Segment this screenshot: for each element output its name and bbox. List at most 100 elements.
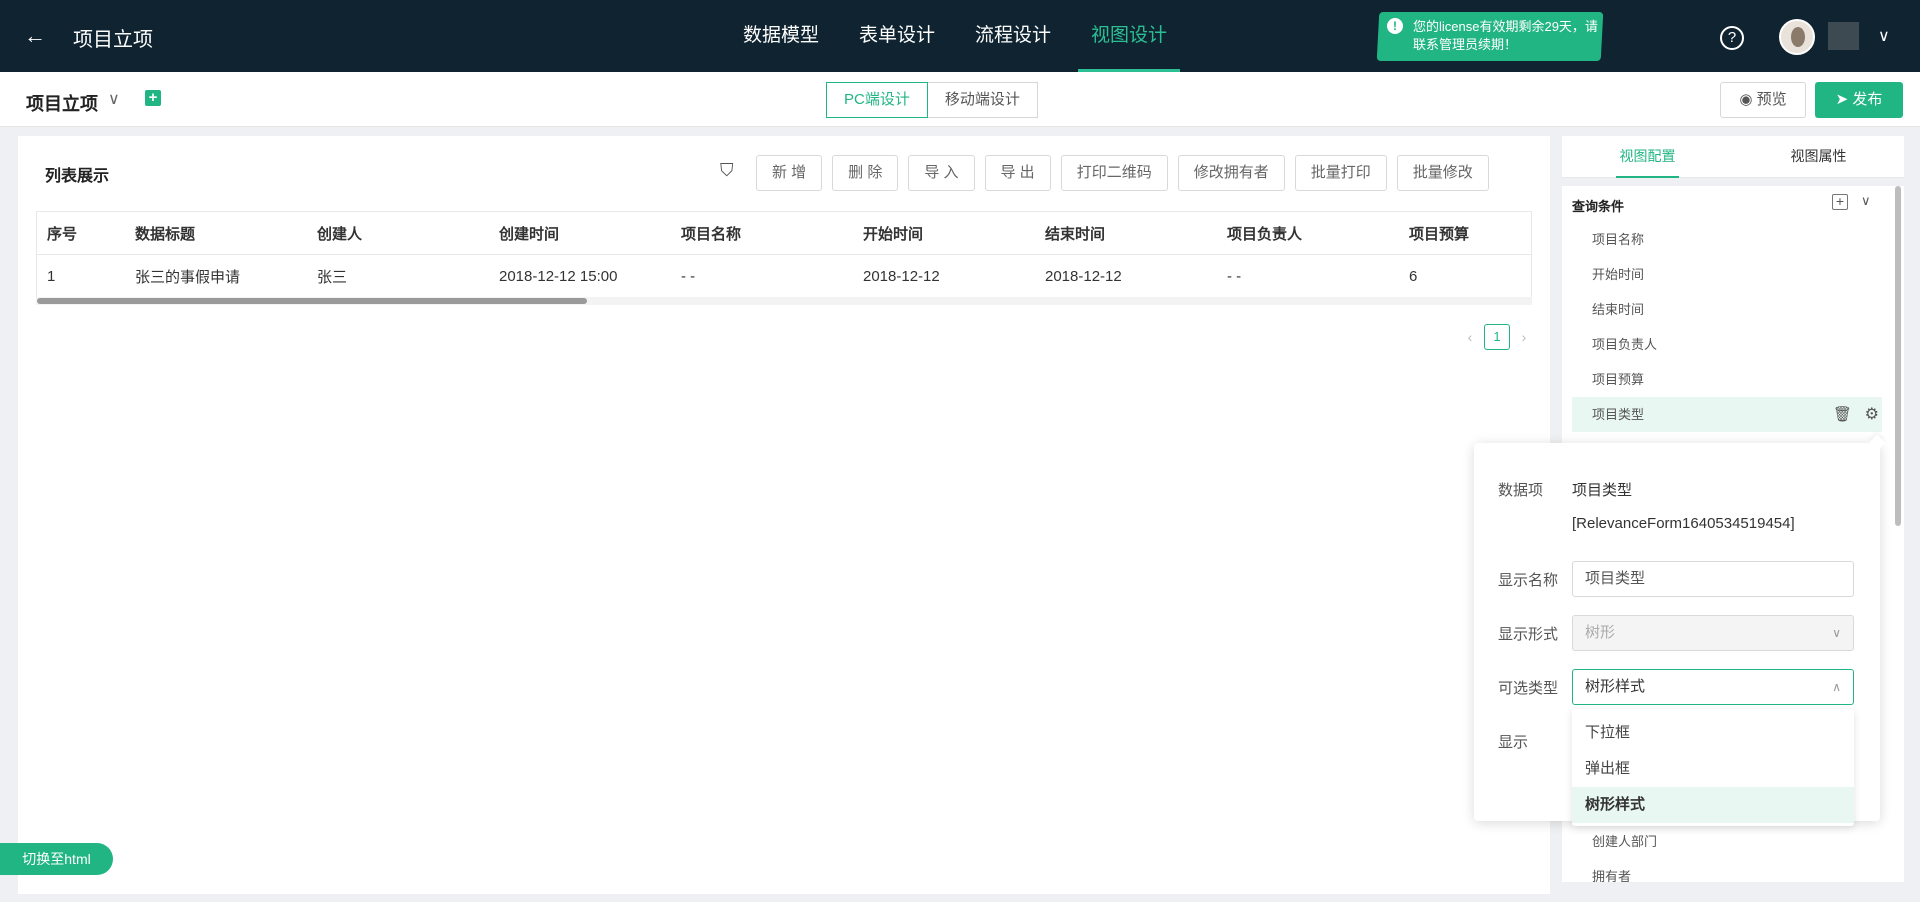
form-toolbar: 项目立项 ∨ + PC端设计 移动端设计 ◉ 预览 ➤ 发布 — [0, 72, 1920, 127]
delete-button[interactable]: 删 除 — [832, 155, 899, 191]
list-item[interactable]: 项目名称 — [1572, 222, 1882, 257]
preview-button[interactable]: ◉ 预览 — [1720, 82, 1806, 118]
print-qrcode-button[interactable]: 打印二维码 — [1060, 155, 1168, 191]
column-header[interactable]: 创建时间 — [489, 223, 671, 244]
info-icon: ! — [1387, 18, 1403, 34]
list-item[interactable]: 拥有者 — [1572, 859, 1882, 882]
eye-icon: ◉ — [1739, 91, 1757, 108]
add-button[interactable]: 新 增 — [756, 155, 823, 191]
chevron-up-icon: ∧ — [1832, 680, 1841, 694]
table-header-row: 序号 数据标题 创建人 创建时间 项目名称 开始时间 结束时间 项目负责人 项目… — [37, 212, 1531, 255]
display-form-select: 树形 ∨ — [1572, 615, 1854, 651]
avatar[interactable] — [1779, 19, 1815, 55]
tab-view-properties[interactable]: 视图属性 — [1733, 136, 1904, 177]
list-item[interactable]: 项目负责人 — [1572, 327, 1882, 362]
data-table: 序号 数据标题 创建人 创建时间 项目名称 开始时间 结束时间 项目负责人 项目… — [36, 211, 1532, 298]
list-item-selected[interactable]: 项目类型 🗑 ⚙ — [1572, 397, 1882, 432]
column-header[interactable]: 项目名称 — [671, 223, 853, 244]
list-item[interactable]: 项目预算 — [1572, 362, 1882, 397]
condition-list: 项目名称 开始时间 结束时间 项目负责人 项目预算 项目类型 🗑 ⚙ — [1572, 222, 1882, 432]
table-cell: - - — [681, 267, 696, 285]
import-button[interactable]: 导 入 — [908, 155, 975, 191]
gear-icon[interactable]: ⚙ — [1865, 397, 1879, 432]
condition-settings-popover: 数据项 项目类型 [RelevanceForm1640534519454] 显示… — [1474, 443, 1880, 826]
change-owner-button[interactable]: 修改拥有者 — [1177, 155, 1285, 191]
mobile-design-button[interactable]: 移动端设计 — [927, 82, 1038, 118]
export-button[interactable]: 导 出 — [984, 155, 1051, 191]
app-title: 项目立项 — [73, 29, 153, 51]
prev-page-icon[interactable]: ‹ — [1460, 329, 1480, 345]
help-icon[interactable]: ? — [1720, 26, 1744, 50]
table-cell: 2018-12-12 — [863, 267, 940, 285]
selectable-type-label: 可选类型 — [1498, 680, 1559, 697]
data-item-code: [RelevanceForm1640534519454] — [1572, 515, 1795, 532]
list-item[interactable]: 创建人部门 — [1572, 824, 1882, 859]
column-header[interactable]: 数据标题 — [125, 223, 307, 244]
table-row[interactable]: 1 张三的事假申请 张三 2018-12-12 15:00 - - 2018-1… — [37, 255, 1531, 298]
table-cell: 1 — [47, 267, 56, 285]
table-cell: 2018-12-12 — [1045, 267, 1122, 285]
table-cell: - - — [1227, 267, 1242, 285]
horizontal-scrollbar-thumb[interactable] — [37, 298, 587, 304]
selectable-type-value: 树形样式 — [1585, 678, 1646, 695]
next-page-icon[interactable]: › — [1514, 329, 1534, 345]
tab-form-design[interactable]: 表单设计 — [846, 0, 948, 72]
send-icon: ➤ — [1835, 91, 1853, 108]
tab-view-design[interactable]: 视图设计 — [1078, 0, 1181, 72]
vertical-scrollbar[interactable] — [1895, 186, 1901, 526]
publish-button[interactable]: ➤ 发布 — [1815, 82, 1903, 118]
list-card: 列表展示 ⛉ 新 增 删 除 导 入 导 出 打印二维码 修改拥有者 批量打印 … — [18, 136, 1550, 894]
data-item-label: 数据项 — [1498, 482, 1544, 499]
list-item[interactable]: 结束时间 — [1572, 292, 1882, 327]
dropdown-option-tree[interactable]: 树形样式 — [1572, 787, 1854, 823]
license-notice-text: 您的license有效期剩余29天，请联系管理员续期！ — [1413, 19, 1598, 52]
table-cell: 2018-12-12 15:00 — [499, 267, 618, 285]
display-name-input[interactable]: 项目类型 — [1572, 561, 1854, 597]
trash-icon[interactable]: 🗑 — [1833, 397, 1852, 432]
selectable-type-select[interactable]: 树形样式 ∧ — [1572, 669, 1854, 705]
display-form-label: 显示形式 — [1498, 626, 1559, 643]
batch-print-button[interactable]: 批量打印 — [1294, 155, 1387, 191]
filter-icon[interactable]: ⛉ — [720, 160, 734, 181]
chevron-down-icon[interactable]: ∨ — [1861, 193, 1871, 209]
page-number[interactable]: 1 — [1484, 324, 1510, 350]
section-title: 查询条件 — [1572, 199, 1625, 214]
add-form-icon[interactable]: + — [145, 90, 161, 106]
tab-process-design[interactable]: 流程设计 — [962, 0, 1064, 72]
display-form-value: 树形 — [1585, 624, 1616, 641]
list-item[interactable]: 开始时间 — [1572, 257, 1882, 292]
column-header[interactable]: 序号 — [37, 223, 125, 244]
dropdown-option-popup[interactable]: 弹出框 — [1572, 751, 1854, 787]
pc-design-button[interactable]: PC端设计 — [826, 82, 928, 118]
top-bar: ← 项目立项 数据模型 表单设计 流程设计 视图设计 ! 您的license有效… — [0, 0, 1920, 72]
table-cell: 张三的事假申请 — [135, 268, 241, 286]
back-arrow-icon[interactable]: ← — [24, 24, 48, 48]
tab-view-config[interactable]: 视图配置 — [1562, 136, 1733, 178]
chevron-down-icon[interactable]: ∨ — [108, 89, 120, 109]
design-mode-switch: PC端设计 移动端设计 — [826, 82, 1038, 118]
display-name-label: 显示名称 — [1498, 572, 1559, 589]
batch-edit-button[interactable]: 批量修改 — [1396, 155, 1489, 191]
list-title: 列表展示 — [45, 168, 110, 185]
switch-to-html-button[interactable]: 切换至html — [0, 843, 113, 875]
column-header[interactable]: 创建人 — [307, 223, 489, 244]
column-header[interactable]: 项目预算 — [1399, 223, 1511, 244]
chevron-down-icon: ∨ — [1832, 626, 1841, 640]
column-header[interactable]: 开始时间 — [853, 223, 1035, 244]
pagination: ‹ 1 › — [1460, 324, 1534, 350]
publish-label: 发布 — [1852, 91, 1883, 108]
add-condition-icon[interactable]: + — [1832, 194, 1848, 210]
form-title[interactable]: 项目立项 — [26, 90, 98, 116]
column-header[interactable]: 结束时间 — [1035, 223, 1217, 244]
data-item-name: 项目类型 — [1572, 482, 1633, 499]
column-header[interactable]: 项目负责人 — [1217, 223, 1399, 244]
table-cell: 6 — [1409, 267, 1418, 285]
dropdown-option-select[interactable]: 下拉框 — [1572, 715, 1854, 751]
condition-label: 项目类型 — [1592, 407, 1645, 422]
condition-list-more: 创建人部门 拥有者 — [1572, 824, 1882, 882]
table-cell: 张三 — [317, 268, 348, 286]
list-toolbar: 新 增 删 除 导 入 导 出 打印二维码 修改拥有者 批量打印 批量修改 — [756, 155, 1499, 191]
user-name-redacted[interactable] — [1828, 22, 1859, 50]
tab-data-model[interactable]: 数据模型 — [730, 0, 832, 72]
chevron-down-icon[interactable]: ∨ — [1878, 26, 1890, 46]
